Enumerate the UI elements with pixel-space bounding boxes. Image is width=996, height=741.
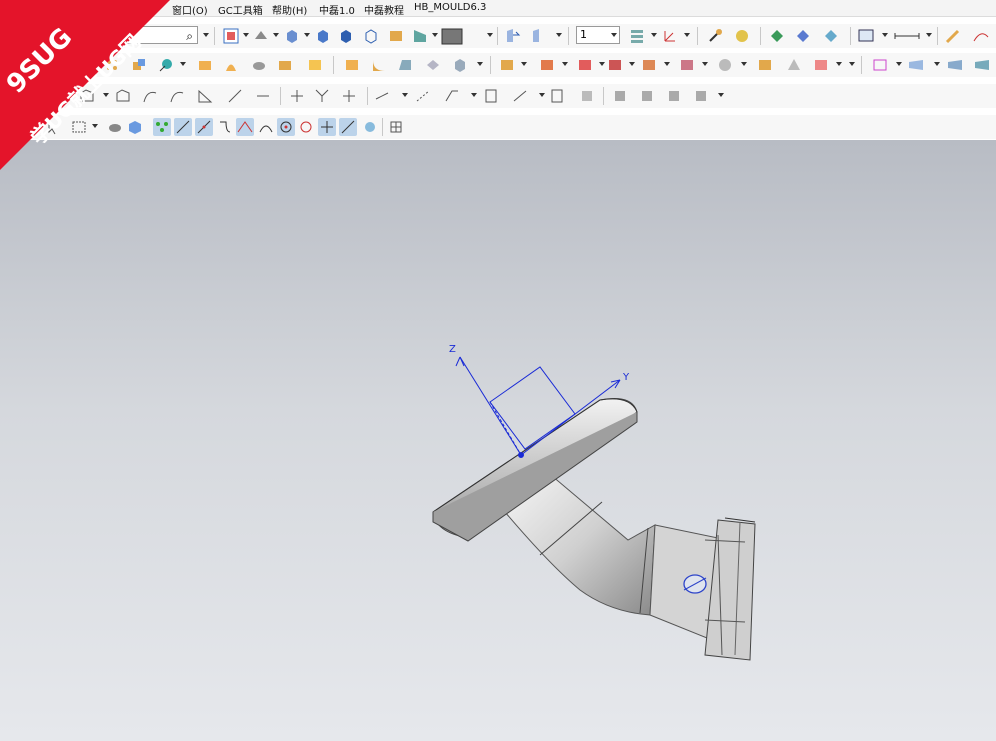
studio-icon[interactable] [387,27,405,45]
alternate-solution-icon[interactable] [443,87,461,105]
pipe-elbow-part[interactable] [504,469,719,641]
delete-face-icon[interactable] [576,56,594,74]
cut-face-icon[interactable] [785,56,803,74]
snap-arrow-icon[interactable] [794,27,812,45]
menu-item-window[interactable]: 窗口(O) [172,2,208,17]
snap-line-icon[interactable] [174,118,192,136]
label-icon[interactable] [756,56,774,74]
shaded-icon[interactable] [337,27,355,45]
face-analysis-icon[interactable] [411,27,429,45]
menu-item-gc-toolbox[interactable]: GC工具箱 [218,2,263,17]
delay-evaluate-icon[interactable] [638,87,656,105]
work-layer-value: 1 [580,28,587,41]
continuous-dims-icon[interactable] [548,87,566,105]
menu-item-zhonglei[interactable]: 中磊1.0 [319,2,355,17]
snap-bounded-icon[interactable] [361,118,379,136]
layer-settings-icon[interactable] [628,27,646,45]
through-curves-icon[interactable] [973,56,991,74]
constraint-icon[interactable] [288,87,306,105]
menu-item-hb-mould[interactable]: HB_MOULD6.3 [414,2,486,13]
edit-object-icon[interactable] [733,27,751,45]
relations-icon[interactable] [511,87,529,105]
extend-curve-icon[interactable] [254,87,272,105]
chamfer-curve-icon[interactable] [196,87,214,105]
surface-icon[interactable] [871,56,889,74]
snap-center-icon[interactable] [257,118,275,136]
z-axis-label: Z [449,344,456,355]
shell-icon[interactable] [306,56,324,74]
convert-reference-icon[interactable] [414,87,432,105]
section-view-icon[interactable] [504,27,522,45]
pocket-icon[interactable] [276,56,294,74]
select-filter-icon[interactable] [822,27,840,45]
auto-constraint-icon[interactable] [313,87,331,105]
split-body-icon[interactable] [451,56,469,74]
ruled-surface-icon[interactable] [907,56,925,74]
chamfer-icon[interactable] [343,56,361,74]
blend-icon[interactable] [370,56,388,74]
site-watermark: 9SUG 学UG就上UG网 [0,0,170,170]
fillet-curve-icon[interactable] [168,87,186,105]
wireframe-icon[interactable] [362,27,380,45]
pattern-face-icon[interactable] [678,56,696,74]
trim-curve-icon[interactable] [226,87,244,105]
shaded-edges-icon[interactable] [314,27,332,45]
reattach-icon[interactable] [611,87,629,105]
draft-icon[interactable] [396,56,414,74]
work-layer-select[interactable]: 1 [576,26,620,44]
clip-view-icon[interactable] [530,27,548,45]
dimension-icon[interactable] [373,87,391,105]
sketch-finish-icon[interactable] [692,87,710,105]
snap-quadrant-icon[interactable] [297,118,315,136]
replace-face-icon[interactable] [538,56,556,74]
model-view [432,356,756,661]
measure-distance-icon[interactable] [857,27,875,45]
snap-control-icon[interactable] [216,118,234,136]
background-color-icon[interactable] [441,27,481,45]
move-face-icon[interactable] [606,56,624,74]
mesh-surface-icon[interactable] [946,56,964,74]
grid-icon[interactable] [387,118,405,136]
hole-icon[interactable] [250,56,268,74]
graphics-window[interactable]: Z Y [0,140,996,741]
curve-icon[interactable] [972,27,990,45]
fit-view-icon[interactable] [222,27,240,45]
show-constraint-icon[interactable] [340,87,358,105]
pen-icon[interactable] [944,27,962,45]
y-axis-label: Y [623,372,630,383]
update-model-icon[interactable] [665,87,683,105]
view-orientation-icon[interactable] [283,27,301,45]
resize-face-icon[interactable] [640,56,658,74]
snap-intersect-icon[interactable] [236,118,254,136]
menu-item-help[interactable]: 帮助(H) [272,2,307,17]
trim-body-icon[interactable] [424,56,442,74]
snap-circle-center-icon[interactable] [277,118,295,136]
inferred-dims-icon[interactable] [482,87,500,105]
wcs-icon[interactable] [661,27,679,45]
snap-mid-icon[interactable] [195,118,213,136]
animate-dim-icon[interactable] [578,87,596,105]
revolve-icon[interactable] [222,56,240,74]
snap-surface-icon[interactable] [339,118,357,136]
magnifier-icon[interactable]: ⌕ [186,28,193,44]
move-object-icon[interactable] [707,27,725,45]
snap-point-on-curve-icon[interactable] [318,118,336,136]
offset-face-icon[interactable] [498,56,516,74]
snap-point-icon[interactable] [768,27,786,45]
menu-item-zhonglei-tutorial[interactable]: 中磊教程 [364,2,404,17]
synchronous-icon[interactable] [716,56,734,74]
ruler-icon[interactable] [893,27,921,45]
extrude-icon[interactable] [196,56,214,74]
rotate-view-icon[interactable] [252,27,270,45]
shape-icon[interactable] [812,56,830,74]
